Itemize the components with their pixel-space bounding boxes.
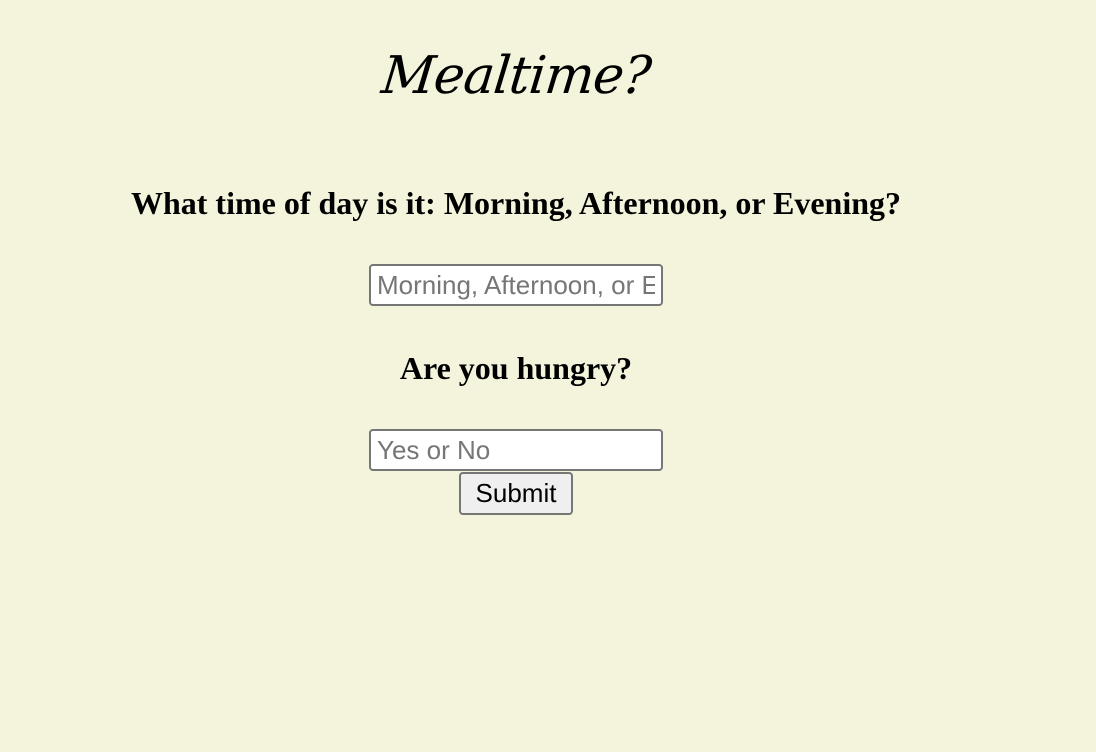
time-of-day-question: What time of day is it: Morning, Afterno… (130, 185, 902, 221)
hungry-input[interactable] (369, 429, 663, 471)
hungry-question: Are you hungry? (399, 350, 633, 386)
page: Mealtime? What time of day is it: Mornin… (0, 0, 1032, 752)
time-of-day-input[interactable] (369, 264, 663, 306)
page-title: Mealtime? (378, 46, 654, 106)
submit-button[interactable]: Submit (459, 472, 573, 515)
